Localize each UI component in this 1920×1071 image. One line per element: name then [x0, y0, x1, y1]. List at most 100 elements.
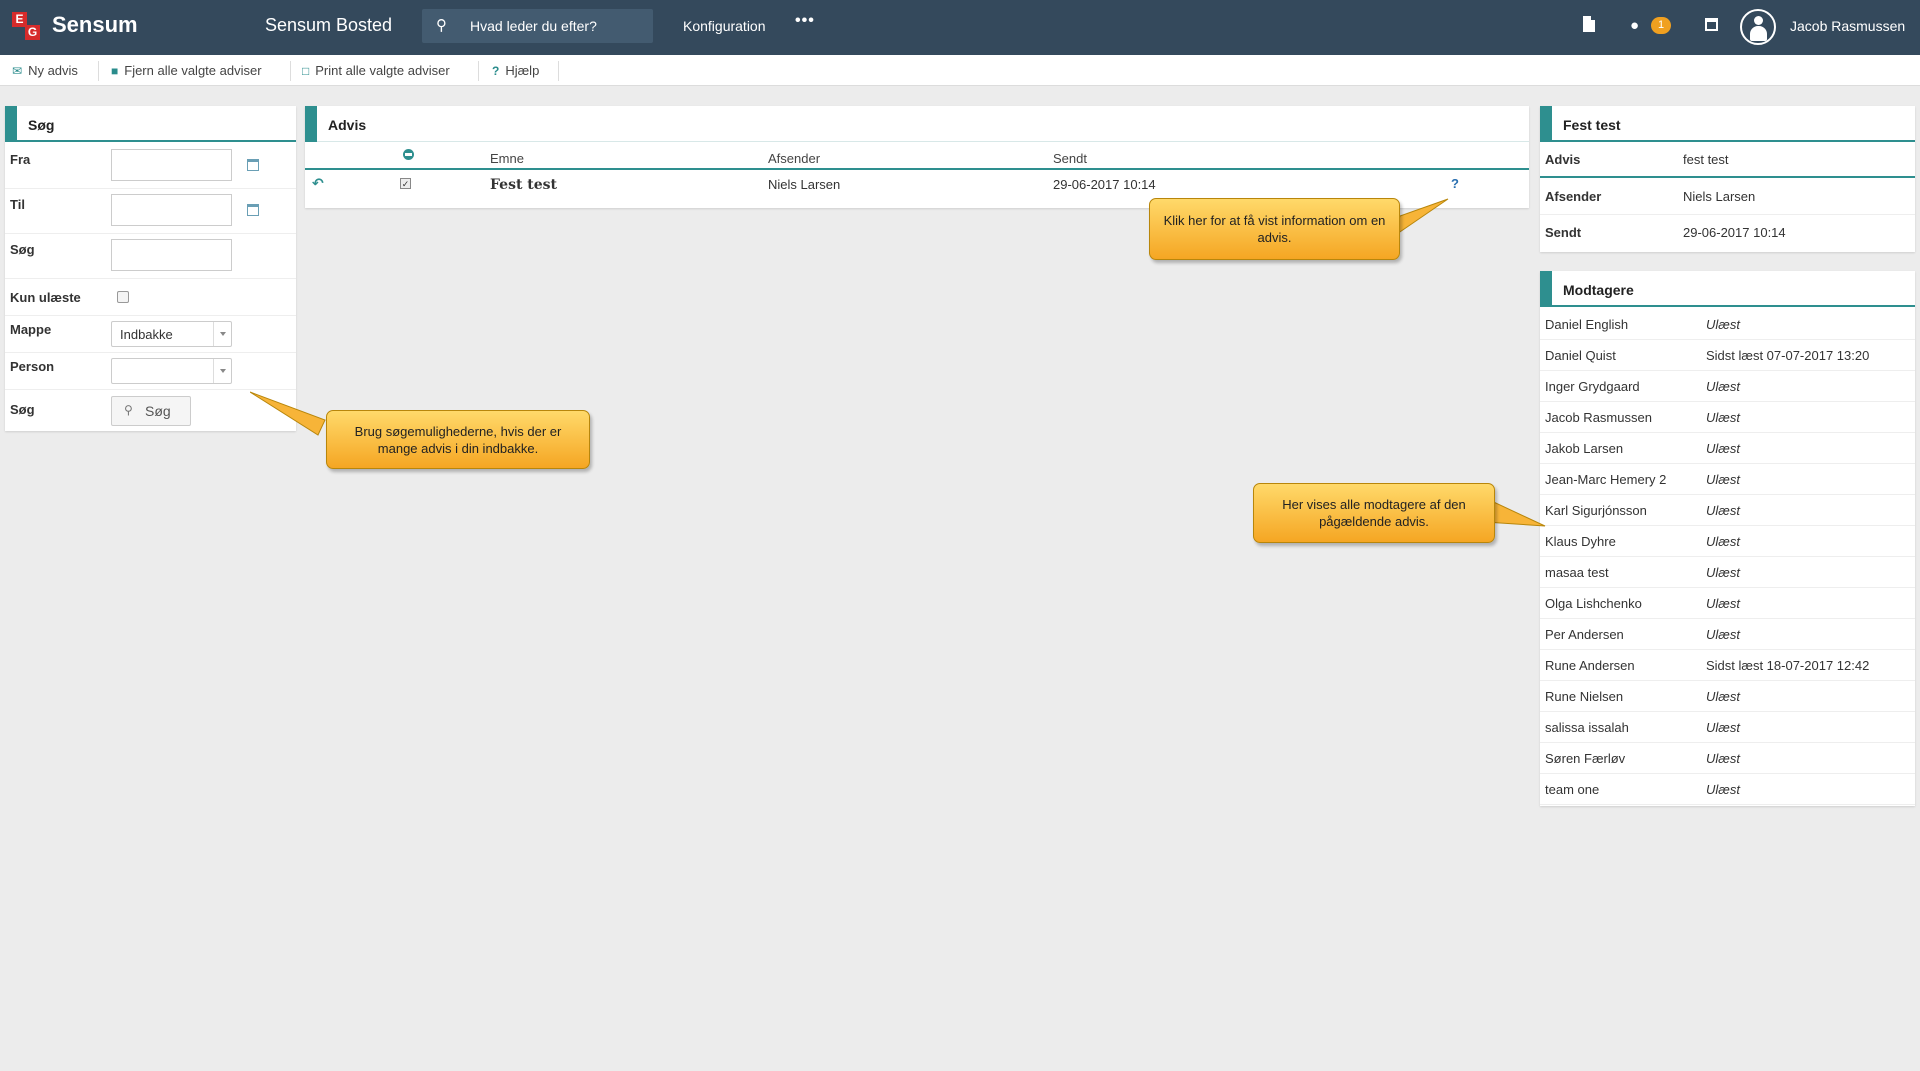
recipient-name: masaa test	[1545, 565, 1609, 580]
recipient-status: Ulæst	[1706, 503, 1740, 518]
recipient-name: Jean-Marc Hemery 2	[1545, 472, 1667, 487]
recipient-row: Søren Færløv Ulæst	[1540, 743, 1915, 774]
recipient-row: Jean-Marc Hemery 2 Ulæst	[1540, 464, 1915, 495]
chevron-down-icon	[213, 322, 231, 346]
recipient-row: Rune Andersen Sidst læst 18-07-2017 12:42	[1540, 650, 1915, 681]
recipient-status: Ulæst	[1706, 720, 1740, 735]
recipient-row: team one Ulæst	[1540, 774, 1915, 805]
recipient-status: Ulæst	[1706, 596, 1740, 611]
brand-name[interactable]: Sensum	[52, 12, 138, 38]
eg-logo[interactable]: EG	[12, 12, 40, 40]
person-label: Person	[10, 359, 55, 374]
advis-list-panel: Advis Emne Afsender Sendt ↶ ✓ Fest test …	[305, 106, 1529, 208]
info-help-icon[interactable]: ?	[1451, 176, 1459, 191]
search-panel-header: Søg	[5, 106, 296, 142]
chat-badge[interactable]: 1	[1651, 17, 1671, 34]
table-row[interactable]: ↶ ✓ Fest test Niels Larsen 29-06-2017 10…	[305, 168, 1529, 198]
text-search-input[interactable]	[111, 239, 232, 271]
deselect-all-icon[interactable]	[403, 149, 414, 160]
search-button[interactable]: ⚲ Søg	[111, 396, 191, 426]
recipient-row: Olga Lishchenko Ulæst	[1540, 588, 1915, 619]
search-help-tooltip: Brug søgemulighederne, hvis der er mange…	[326, 410, 590, 469]
from-label: Fra	[10, 152, 31, 167]
chevron-down-icon	[213, 359, 231, 383]
detail-panel-title: Fest test	[1563, 117, 1621, 133]
recipient-name: team one	[1545, 782, 1600, 797]
from-date-input[interactable]	[111, 149, 232, 181]
column-sent[interactable]: Sendt	[1053, 151, 1087, 166]
recipient-name: Daniel English	[1545, 317, 1629, 332]
nav-configuration[interactable]: Konfiguration	[683, 18, 766, 34]
search-icon[interactable]: ⚲	[436, 16, 447, 34]
recipient-status: Ulæst	[1706, 534, 1740, 549]
to-label: Til	[10, 197, 25, 212]
divider	[478, 61, 479, 81]
recipient-name: Inger Grydgaard	[1545, 379, 1640, 394]
pdf-icon: □	[302, 64, 310, 78]
tooltip-pointer	[1393, 198, 1449, 238]
recipient-name: Daniel Quist	[1545, 348, 1616, 363]
search-panel: Søg Fra Til Søg Kun ulæste Mappe Indbakk…	[5, 106, 296, 431]
help-button[interactable]: ? Hjælp	[492, 63, 539, 78]
folder-select-value: Indbakke	[120, 327, 173, 342]
detail-row-sent: Sendt 29-06-2017 10:14	[1545, 225, 1786, 240]
remove-selected-button[interactable]: ■ Fjern alle valgte adviser	[111, 63, 262, 78]
recipient-name: Klaus Dyhre	[1545, 534, 1616, 549]
recipient-row: Per Andersen Ulæst	[1540, 619, 1915, 650]
divider	[98, 61, 99, 81]
row-checkbox[interactable]: ✓	[400, 178, 411, 189]
calendar-icon[interactable]	[247, 204, 259, 216]
detail-row-sender: Afsender Niels Larsen	[1540, 179, 1915, 215]
recipients-help-tooltip: Her vises alle modtagere af den pågælden…	[1253, 483, 1495, 543]
recipient-name: Rune Andersen	[1545, 658, 1635, 673]
recipient-status: Ulæst	[1706, 565, 1740, 580]
print-selected-button[interactable]: □ Print alle valgte adviser	[302, 63, 450, 78]
document-icon[interactable]	[1583, 16, 1595, 32]
calendar-icon[interactable]	[247, 159, 259, 171]
column-subject[interactable]: Emne	[490, 151, 524, 166]
action-bar: ✉ Ny advis ■ Fjern alle valgte adviser □ Pr…	[0, 55, 1920, 86]
new-advis-button[interactable]: ✉ Ny advis	[12, 63, 78, 78]
recipient-status: Sidst læst 07-07-2017 13:20	[1706, 348, 1870, 363]
trash-icon: ■	[111, 64, 119, 78]
folder-row: Mappe Indbakke	[5, 316, 296, 353]
chat-icon[interactable]: ●	[1630, 17, 1639, 34]
recipient-status: Sidst læst 18-07-2017 12:42	[1706, 658, 1870, 673]
global-search-input[interactable]	[470, 15, 645, 37]
row-sent: 29-06-2017 10:14	[1053, 177, 1156, 192]
unread-only-checkbox[interactable]	[117, 291, 129, 303]
person-select[interactable]	[111, 358, 232, 384]
reply-icon[interactable]: ↶	[312, 175, 324, 192]
search-panel-title: Søg	[28, 117, 55, 133]
unread-row: Kun ulæste	[5, 279, 296, 316]
recipient-row: masaa test Ulæst	[1540, 557, 1915, 588]
product-name[interactable]: Sensum Bosted	[265, 15, 392, 36]
recipient-status: Ulæst	[1706, 472, 1740, 487]
folder-select[interactable]: Indbakke	[111, 321, 232, 347]
row-sender: Niels Larsen	[768, 177, 841, 192]
recipient-status: Ulæst	[1706, 782, 1740, 797]
detail-row-advis: Advis fest test	[1540, 142, 1915, 178]
person-row: Person	[5, 353, 296, 390]
recipient-status: Ulæst	[1706, 751, 1740, 766]
user-name[interactable]: Jacob Rasmussen	[1790, 18, 1905, 34]
recipient-name: Jakob Larsen	[1545, 441, 1624, 456]
to-date-input[interactable]	[111, 194, 232, 226]
recipient-row: Klaus Dyhre Ulæst	[1540, 526, 1915, 557]
more-menu-icon[interactable]: •••	[795, 12, 815, 30]
from-row: Fra	[5, 144, 296, 189]
tooltip-pointer	[1485, 497, 1546, 527]
recipient-status: Ulæst	[1706, 689, 1740, 704]
calendar-icon[interactable]	[1705, 18, 1718, 31]
recipient-row: Jacob Rasmussen Ulæst	[1540, 402, 1915, 433]
recipient-status: Ulæst	[1706, 627, 1740, 642]
search-icon: ⚲	[124, 403, 133, 417]
recipient-name: Karl Sigurjónsson	[1545, 503, 1647, 518]
advis-panel-title: Advis	[328, 117, 367, 133]
envelope-icon: ✉	[12, 64, 23, 78]
row-subject[interactable]: Fest test	[490, 177, 557, 193]
divider	[558, 61, 559, 81]
user-avatar[interactable]	[1740, 9, 1776, 45]
recipient-row: Daniel English Ulæst	[1540, 309, 1915, 340]
column-sender[interactable]: Afsender	[768, 151, 820, 166]
